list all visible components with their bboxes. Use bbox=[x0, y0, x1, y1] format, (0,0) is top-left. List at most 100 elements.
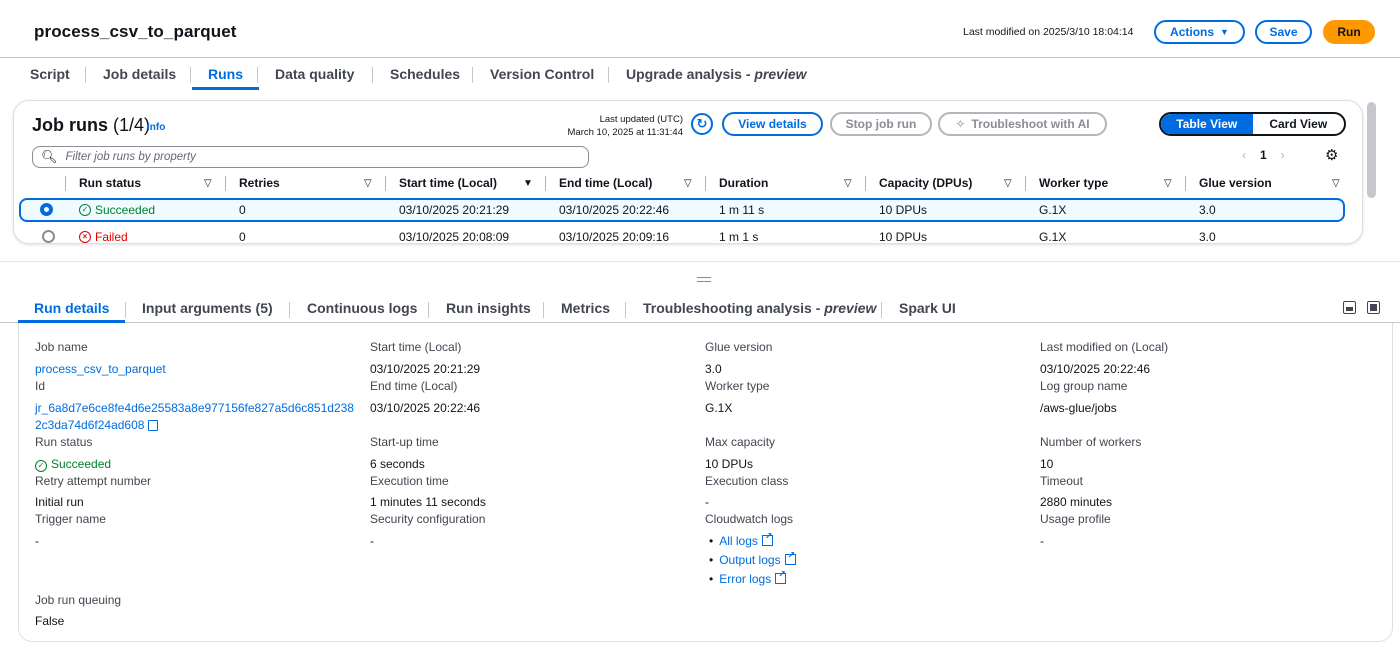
tab-run-insights[interactable]: Run insights bbox=[446, 300, 531, 323]
table-row[interactable]: ✓ Succeeded 0 03/10/2025 20:21:29 03/10/2… bbox=[19, 198, 1345, 222]
row-radio[interactable] bbox=[42, 230, 55, 243]
card-view-button[interactable]: Card View bbox=[1253, 114, 1345, 134]
security-config-value: - bbox=[370, 534, 374, 548]
external-link-icon bbox=[784, 550, 796, 565]
workers-value: 10 bbox=[1040, 457, 1054, 471]
gear-icon[interactable]: ⚙ bbox=[1325, 146, 1338, 164]
filter-input[interactable] bbox=[65, 151, 566, 163]
queuing-value: False bbox=[35, 614, 65, 628]
tab-divider bbox=[608, 67, 609, 83]
list-item: All logs bbox=[709, 531, 796, 553]
col-capacity[interactable]: Capacity (DPUs) ▽ bbox=[879, 173, 1029, 193]
copy-icon[interactable] bbox=[148, 420, 159, 431]
tab-script[interactable]: Script bbox=[30, 66, 70, 90]
prev-page-icon[interactable]: ‹ bbox=[1242, 148, 1246, 162]
col-glue-version[interactable]: Glue version ▽ bbox=[1199, 173, 1349, 193]
tab-input-arguments[interactable]: Input arguments (5) bbox=[142, 300, 273, 323]
worker-type-cell: G.1X bbox=[1039, 230, 1067, 244]
glue-version-cell: 3.0 bbox=[1199, 230, 1216, 244]
last-modified-text: Last modified on 2025/3/10 18:04:14 bbox=[963, 26, 1134, 38]
tab-spark-ui[interactable]: Spark UI bbox=[899, 300, 956, 323]
duration-cell: 1 m 1 s bbox=[719, 230, 759, 244]
cloudwatch-logs-label: Cloudwatch logs bbox=[705, 512, 794, 526]
col-worker-type[interactable]: Worker type ▽ bbox=[1039, 173, 1189, 193]
column-divider bbox=[545, 176, 546, 191]
run-status-text: Failed bbox=[95, 230, 128, 244]
view-details-button[interactable]: View details bbox=[722, 112, 823, 136]
col-start-time[interactable]: Start time (Local) ▼ bbox=[399, 173, 549, 193]
actions-button[interactable]: Actions ▼ bbox=[1154, 20, 1245, 44]
log-group-label: Log group name bbox=[1040, 379, 1128, 393]
tab-schedules[interactable]: Schedules bbox=[390, 66, 460, 90]
pagination: ‹ 1 › bbox=[1242, 148, 1285, 162]
run-id-link-cont[interactable]: 2c3da74d6f24ad608 bbox=[35, 418, 159, 432]
col-run-status[interactable]: Run status ▽ bbox=[79, 173, 229, 193]
col-end-time-label: End time (Local) bbox=[559, 176, 653, 190]
panel-bottom-icon[interactable] bbox=[1343, 301, 1356, 314]
main-tabs: Script Job details Runs Data quality Sch… bbox=[0, 58, 1400, 90]
column-divider bbox=[705, 176, 706, 191]
col-retries[interactable]: Retries ▽ bbox=[239, 173, 389, 193]
error-logs-link[interactable]: Error logs bbox=[719, 572, 771, 586]
execution-time-value: 1 minutes 11 seconds bbox=[370, 495, 486, 509]
run-id-link[interactable]: jr_6a8d7e6ce8fe4d6e25583a8e977156fe827a5… bbox=[35, 401, 354, 415]
col-retries-label: Retries bbox=[239, 176, 280, 190]
run-status-label: Run status bbox=[35, 435, 93, 449]
sort-icon: ▽ bbox=[1004, 177, 1012, 189]
info-link[interactable]: Info bbox=[147, 122, 165, 133]
tab-divider bbox=[85, 67, 86, 83]
scrollbar[interactable] bbox=[1367, 102, 1376, 198]
job-runs-count: (1/4) bbox=[113, 115, 151, 135]
column-divider bbox=[65, 176, 66, 191]
tab-troubleshooting-label: Troubleshooting analysis - bbox=[643, 300, 825, 316]
tab-divider bbox=[625, 302, 626, 318]
next-page-icon[interactable]: › bbox=[1281, 148, 1285, 162]
save-button[interactable]: Save bbox=[1255, 20, 1312, 44]
sort-icon: ▽ bbox=[1164, 177, 1172, 189]
tab-runs[interactable]: Runs bbox=[192, 66, 259, 90]
stop-job-run-button[interactable]: Stop job run bbox=[830, 112, 932, 136]
cloudwatch-logs-list: All logs Output logs Error logs bbox=[709, 531, 796, 591]
tab-run-details[interactable]: Run details bbox=[18, 300, 126, 323]
tab-divider bbox=[257, 67, 258, 83]
tab-data-quality[interactable]: Data quality bbox=[275, 66, 354, 90]
all-logs-link[interactable]: All logs bbox=[719, 534, 758, 548]
resize-handle[interactable] bbox=[697, 277, 711, 282]
start-time-cell: 03/10/2025 20:21:29 bbox=[399, 203, 510, 217]
job-name-link[interactable]: process_csv_to_parquet bbox=[35, 362, 166, 376]
last-modified-label: Last modified on (Local) bbox=[1040, 340, 1169, 354]
page-number[interactable]: 1 bbox=[1260, 148, 1267, 162]
max-capacity-label: Max capacity bbox=[705, 435, 776, 449]
tab-troubleshooting-analysis[interactable]: Troubleshooting analysis - preview bbox=[643, 300, 876, 323]
run-button[interactable]: Run bbox=[1323, 20, 1375, 44]
tab-job-details[interactable]: Job details bbox=[103, 66, 176, 90]
table-row[interactable]: × Failed 0 03/10/2025 20:08:09 03/10/2025… bbox=[19, 225, 1345, 244]
tab-metrics[interactable]: Metrics bbox=[561, 300, 610, 323]
sort-desc-icon: ▼ bbox=[523, 177, 533, 189]
duration-cell: 1 m 11 s bbox=[719, 203, 765, 217]
trigger-value: - bbox=[35, 534, 39, 548]
job-title: process_csv_to_parquet bbox=[34, 22, 237, 41]
job-runs-heading: Job runs (1/4) bbox=[32, 115, 150, 136]
queuing-label: Job run queuing bbox=[35, 593, 122, 607]
workers-label: Number of workers bbox=[1040, 435, 1142, 449]
worker-type-label: Worker type bbox=[705, 379, 770, 393]
refresh-icon[interactable]: ↻ bbox=[691, 113, 713, 135]
panel-full-icon[interactable] bbox=[1367, 301, 1380, 314]
tab-continuous-logs[interactable]: Continuous logs bbox=[307, 300, 417, 323]
run-id-line2: 2c3da74d6f24ad608 bbox=[35, 418, 145, 432]
tab-divider bbox=[543, 302, 544, 318]
tab-version-control[interactable]: Version Control bbox=[490, 66, 594, 90]
troubleshoot-ai-button[interactable]: ✧ Troubleshoot with AI bbox=[938, 112, 1107, 136]
tab-divider bbox=[881, 302, 882, 318]
detail-tabs: Run details Input arguments (5) Continuo… bbox=[0, 295, 1400, 323]
preview-label: preview bbox=[824, 300, 877, 316]
row-radio[interactable] bbox=[40, 203, 53, 216]
output-logs-link[interactable]: Output logs bbox=[719, 553, 780, 567]
col-end-time[interactable]: End time (Local) ▽ bbox=[559, 173, 709, 193]
tab-upgrade-label: Upgrade analysis - bbox=[626, 66, 755, 82]
run-status-cell: × Failed bbox=[79, 225, 128, 244]
table-view-button[interactable]: Table View bbox=[1161, 114, 1253, 134]
col-duration[interactable]: Duration ▽ bbox=[719, 173, 869, 193]
tab-upgrade-analysis[interactable]: Upgrade analysis - preview bbox=[626, 66, 807, 90]
